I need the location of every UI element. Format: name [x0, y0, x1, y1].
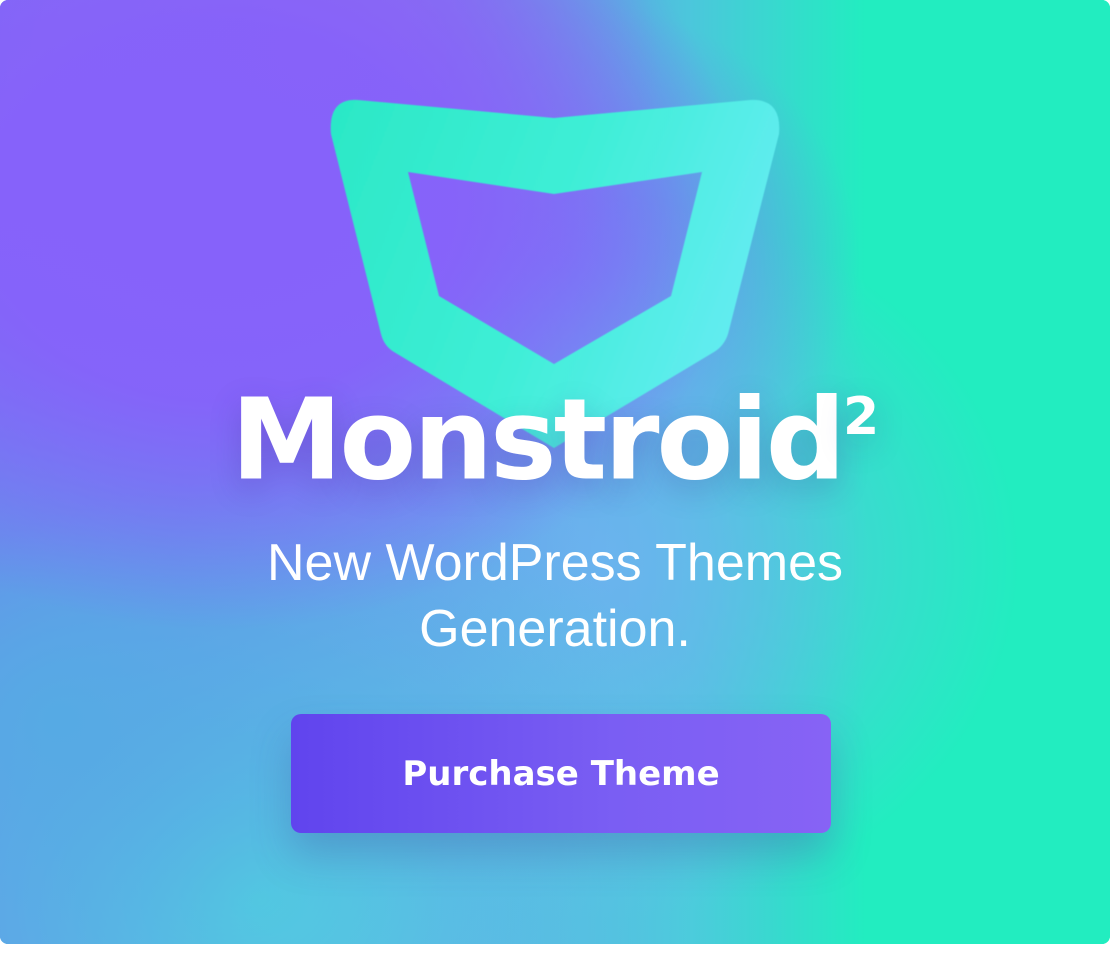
tagline-line-2: Generation.	[419, 600, 691, 658]
title-wrap: Monstroid2	[0, 362, 1110, 501]
title-text: Monstroid	[230, 375, 846, 506]
product-title: Monstroid2	[231, 362, 879, 501]
tagline-line-1: New WordPress Themes	[266, 534, 844, 592]
tagline: New WordPress Themes Generation.	[0, 530, 1110, 662]
title-superscript: 2	[842, 387, 880, 447]
purchase-theme-button[interactable]: Purchase Theme	[291, 714, 831, 833]
promo-banner: Monstroid2 New WordPress Themes Generati…	[0, 0, 1110, 944]
